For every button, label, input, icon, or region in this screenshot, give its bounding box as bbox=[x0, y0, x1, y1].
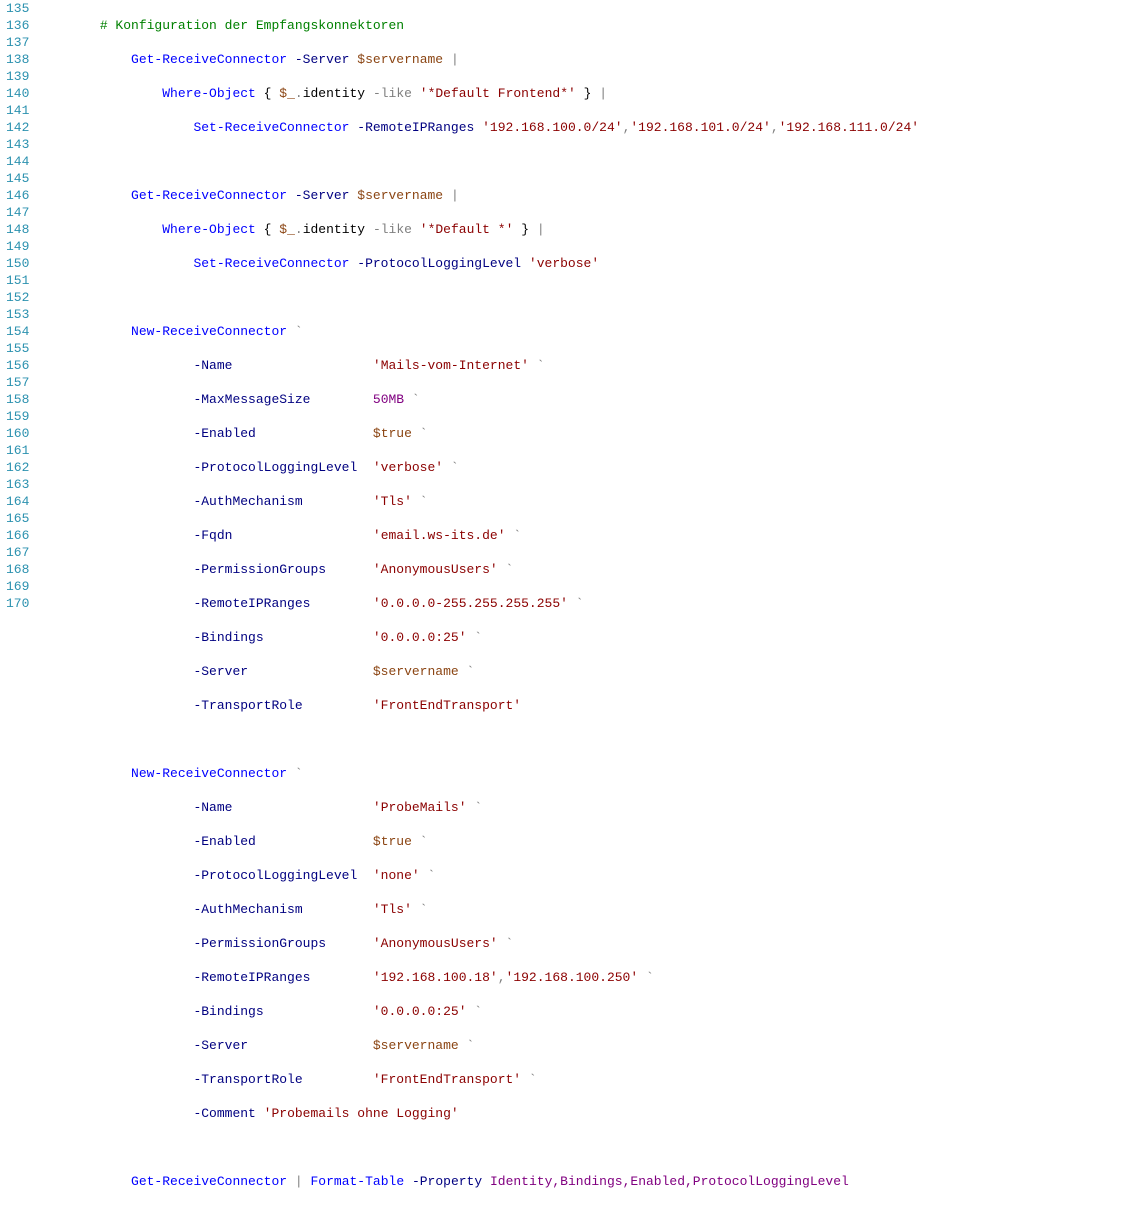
code-line: -Server $servername ` bbox=[37, 1037, 919, 1054]
line-number: 137 bbox=[6, 34, 29, 51]
code-line bbox=[37, 289, 919, 306]
code-line: -AuthMechanism 'Tls' ` bbox=[37, 901, 919, 918]
code-line: -TransportRole 'FrontEndTransport' bbox=[37, 697, 919, 714]
code-line: -RemoteIPRanges '192.168.100.18','192.16… bbox=[37, 969, 919, 986]
line-number: 139 bbox=[6, 68, 29, 85]
line-number: 162 bbox=[6, 459, 29, 476]
line-number: 164 bbox=[6, 493, 29, 510]
code-line: -Name 'ProbeMails' ` bbox=[37, 799, 919, 816]
code-line: -MaxMessageSize 50MB ` bbox=[37, 391, 919, 408]
code-line: -Enabled $true ` bbox=[37, 833, 919, 850]
code-line: -Bindings '0.0.0.0:25' ` bbox=[37, 1003, 919, 1020]
code-line bbox=[37, 731, 919, 748]
code-line: New-ReceiveConnector ` bbox=[37, 765, 919, 782]
line-number: 165 bbox=[6, 510, 29, 527]
line-number: 138 bbox=[6, 51, 29, 68]
line-number: 166 bbox=[6, 527, 29, 544]
line-number: 161 bbox=[6, 442, 29, 459]
line-number: 157 bbox=[6, 374, 29, 391]
code-line: -Name 'Mails-vom-Internet' ` bbox=[37, 357, 919, 374]
line-number: 169 bbox=[6, 578, 29, 595]
line-number: 154 bbox=[6, 323, 29, 340]
line-number: 146 bbox=[6, 187, 29, 204]
comment: # Konfiguration der Empfangskonnektoren bbox=[100, 18, 404, 33]
line-number: 136 bbox=[6, 17, 29, 34]
line-number: 149 bbox=[6, 238, 29, 255]
code-line: Get-ReceiveConnector -Server $servername… bbox=[37, 51, 919, 68]
line-number: 170 bbox=[6, 595, 29, 612]
line-number: 163 bbox=[6, 476, 29, 493]
code-line: -Fqdn 'email.ws-its.de' ` bbox=[37, 527, 919, 544]
line-number: 158 bbox=[6, 391, 29, 408]
code-line bbox=[37, 1207, 919, 1212]
line-number: 135 bbox=[6, 0, 29, 17]
code-line: Set-ReceiveConnector -RemoteIPRanges '19… bbox=[37, 119, 919, 136]
line-number: 147 bbox=[6, 204, 29, 221]
code-line: Set-ReceiveConnector -ProtocolLoggingLev… bbox=[37, 255, 919, 272]
line-number: 142 bbox=[6, 119, 29, 136]
code-line: -Bindings '0.0.0.0:25' ` bbox=[37, 629, 919, 646]
line-number: 151 bbox=[6, 272, 29, 289]
line-number: 148 bbox=[6, 221, 29, 238]
code-area: # Konfiguration der Empfangskonnektoren … bbox=[37, 0, 919, 1212]
line-number: 167 bbox=[6, 544, 29, 561]
code-line: -AuthMechanism 'Tls' ` bbox=[37, 493, 919, 510]
code-line: -PermissionGroups 'AnonymousUsers' ` bbox=[37, 935, 919, 952]
code-line: -Comment 'Probemails ohne Logging' bbox=[37, 1105, 919, 1122]
line-number: 153 bbox=[6, 306, 29, 323]
code-line: # Konfiguration der Empfangskonnektoren bbox=[37, 17, 919, 34]
code-line: Where-Object { $_.identity -like '*Defau… bbox=[37, 221, 919, 238]
code-line: Get-ReceiveConnector | Format-Table -Pro… bbox=[37, 1173, 919, 1190]
line-number-gutter: 1351361371381391401411421431441451461471… bbox=[0, 0, 37, 1212]
line-number: 144 bbox=[6, 153, 29, 170]
code-line: Get-ReceiveConnector -Server $servername… bbox=[37, 187, 919, 204]
code-line bbox=[37, 1139, 919, 1156]
line-number: 150 bbox=[6, 255, 29, 272]
code-line bbox=[37, 153, 919, 170]
code-line: -Server $servername ` bbox=[37, 663, 919, 680]
code-line: -ProtocolLoggingLevel 'none' ` bbox=[37, 867, 919, 884]
line-number: 155 bbox=[6, 340, 29, 357]
line-number: 141 bbox=[6, 102, 29, 119]
code-line: -PermissionGroups 'AnonymousUsers' ` bbox=[37, 561, 919, 578]
code-line: -ProtocolLoggingLevel 'verbose' ` bbox=[37, 459, 919, 476]
line-number: 152 bbox=[6, 289, 29, 306]
code-line: -TransportRole 'FrontEndTransport' ` bbox=[37, 1071, 919, 1088]
line-number: 159 bbox=[6, 408, 29, 425]
line-number: 145 bbox=[6, 170, 29, 187]
line-number: 160 bbox=[6, 425, 29, 442]
line-number: 156 bbox=[6, 357, 29, 374]
code-editor: 1351361371381391401411421431441451461471… bbox=[0, 0, 1144, 1212]
code-line: -RemoteIPRanges '0.0.0.0-255.255.255.255… bbox=[37, 595, 919, 612]
code-line: Where-Object { $_.identity -like '*Defau… bbox=[37, 85, 919, 102]
line-number: 143 bbox=[6, 136, 29, 153]
code-line: New-ReceiveConnector ` bbox=[37, 323, 919, 340]
code-line: -Enabled $true ` bbox=[37, 425, 919, 442]
line-number: 168 bbox=[6, 561, 29, 578]
line-number: 140 bbox=[6, 85, 29, 102]
